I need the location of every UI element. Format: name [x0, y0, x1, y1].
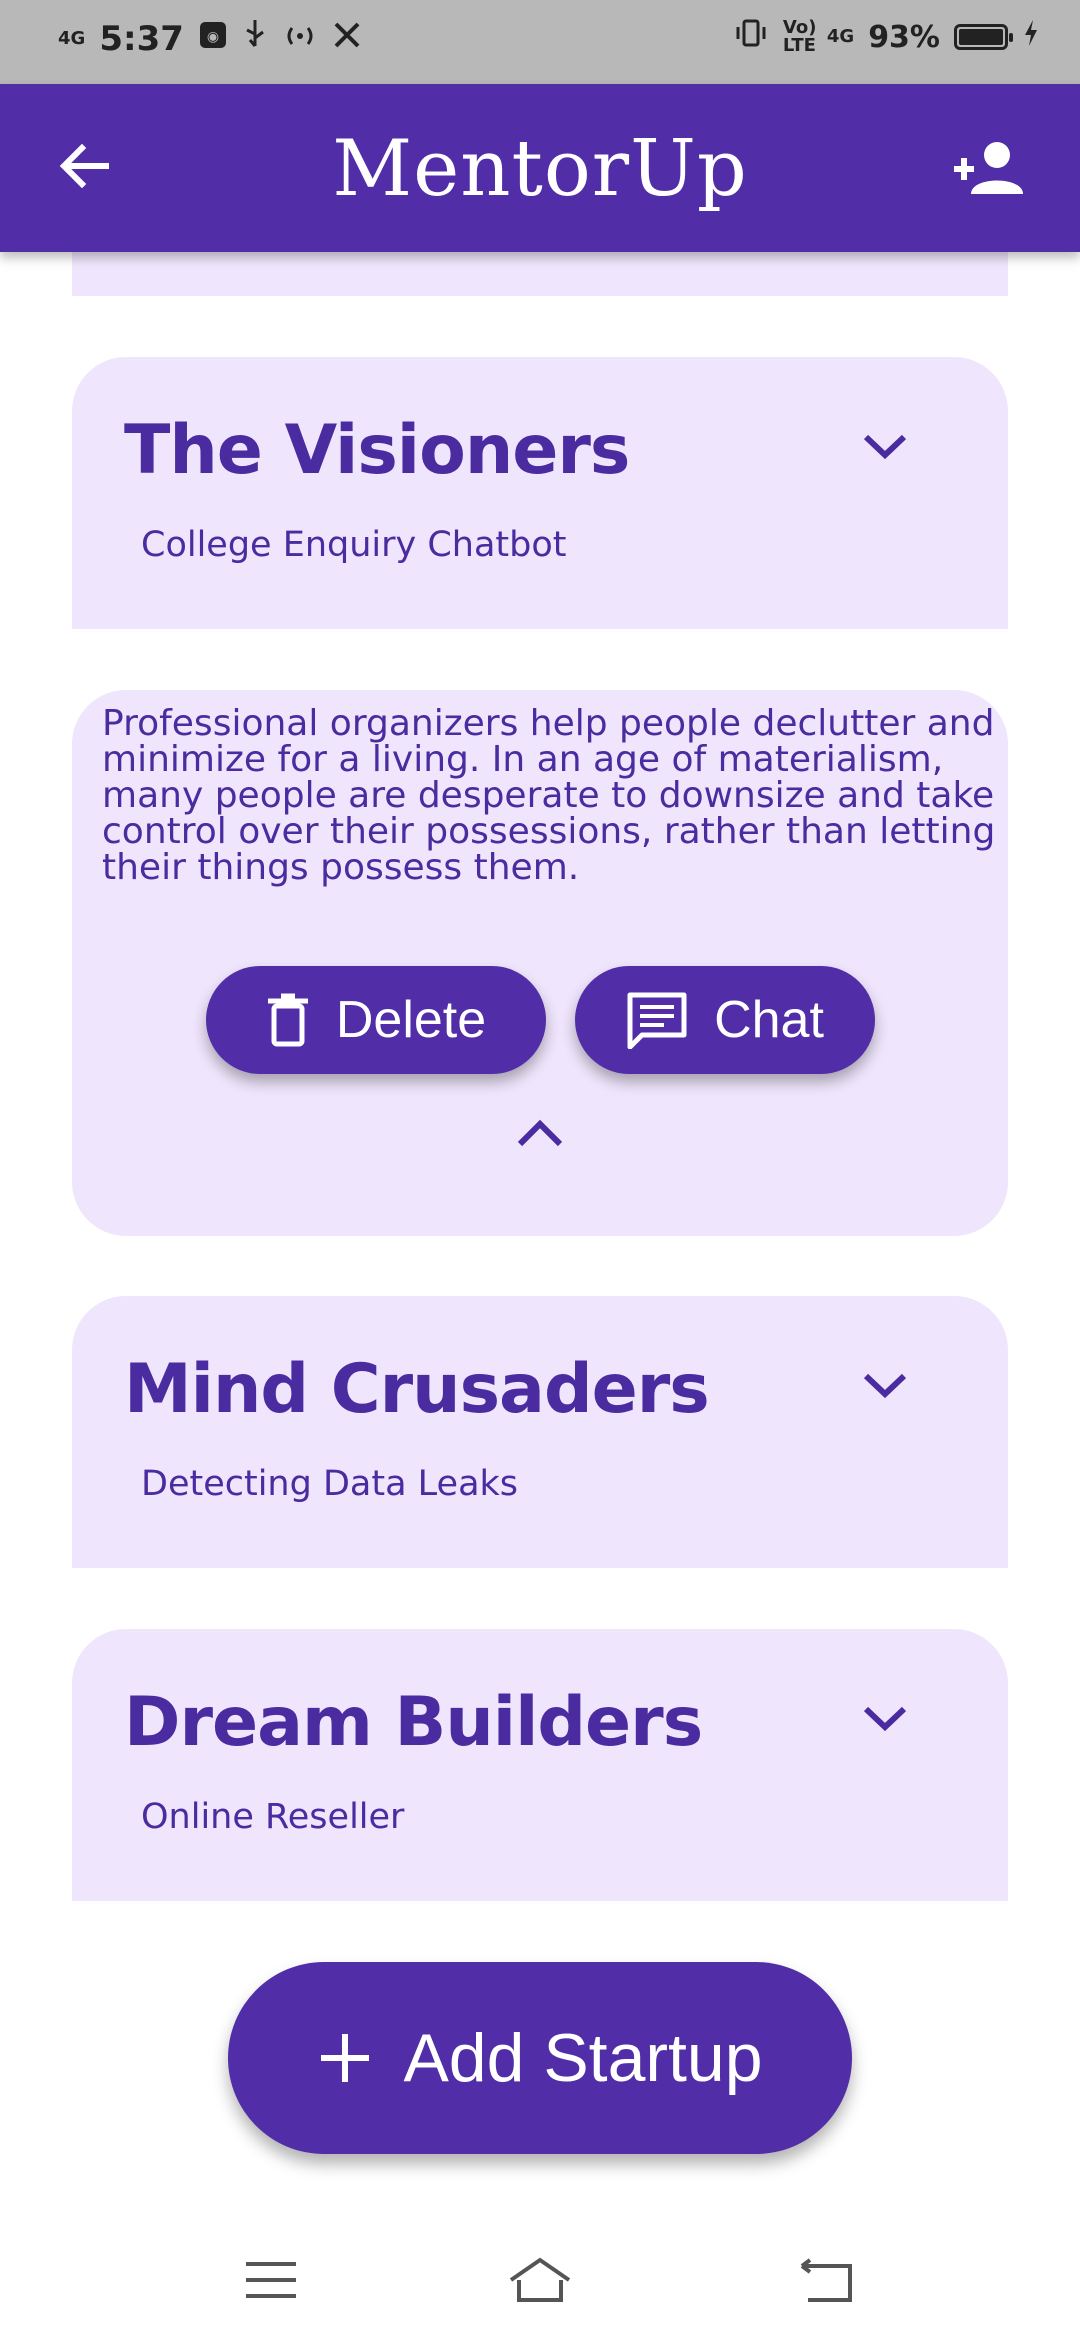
menu-icon — [246, 2262, 296, 2298]
add-startup-label: Add Startup — [403, 2020, 763, 2096]
startup-card[interactable]: Dream Builders Online Reseller — [72, 1629, 1008, 1901]
startup-name: The Visioners — [124, 411, 630, 490]
app-bar: MentorUp — [0, 84, 1080, 252]
startup-name: Dream Builders — [124, 1683, 703, 1762]
collapse-button[interactable] — [512, 1108, 568, 1164]
charging-icon — [1022, 18, 1040, 56]
app-title: MentorUp — [332, 124, 748, 214]
network-indicator: 4G — [58, 27, 86, 49]
vibrate-icon — [733, 18, 769, 56]
chevron-down-icon — [863, 1706, 907, 1732]
tools-icon — [332, 19, 362, 59]
chat-button[interactable]: Chat — [575, 966, 875, 1074]
chat-bubble-icon — [627, 992, 687, 1049]
add-startup-button[interactable]: Add Startup — [228, 1962, 852, 2154]
chat-label: Chat — [714, 991, 824, 1049]
status-bar: 4G 5:37 ◉ Vo) LTE 4G 93% — [0, 0, 1080, 84]
hotspot-icon — [282, 19, 318, 59]
chevron-up-icon — [517, 1119, 563, 1147]
person-add-icon — [954, 142, 1023, 194]
home-icon — [509, 2257, 571, 2302]
clock: 5:37 — [99, 18, 184, 59]
home-nav-button[interactable] — [505, 2250, 575, 2310]
network-indicator-right: 4G — [826, 26, 855, 47]
startup-project: College Enquiry Chatbot — [141, 525, 567, 565]
startup-description: Professional organizers help people decl… — [102, 703, 996, 888]
plus-icon — [321, 2034, 370, 2082]
chevron-down-icon — [863, 1373, 907, 1399]
delete-button[interactable]: Delete — [206, 966, 546, 1074]
battery-icon — [954, 24, 1013, 50]
add-user-button[interactable] — [954, 140, 1024, 196]
usb-icon — [242, 18, 268, 59]
status-right: Vo) LTE 4G 93% — [733, 18, 1040, 56]
startup-name: Mind Crusaders — [124, 1350, 710, 1429]
startup-project: Detecting Data Leaks — [141, 1464, 519, 1504]
delete-label: Delete — [335, 991, 487, 1049]
startup-card[interactable]: The Visioners College Enquiry Chatbot — [72, 357, 1008, 629]
svg-text:◉: ◉ — [207, 29, 219, 45]
expand-button[interactable] — [858, 1691, 912, 1745]
back-nav-button[interactable] — [790, 2250, 860, 2310]
startup-details: Professional organizers help people decl… — [72, 690, 1008, 1236]
expand-button[interactable] — [858, 1358, 912, 1412]
volte-indicator: Vo) LTE — [782, 17, 817, 56]
notification-icon: ◉ — [198, 19, 228, 59]
expand-button[interactable] — [858, 419, 912, 473]
chevron-down-icon — [863, 434, 907, 460]
status-left: 4G 5:37 ◉ — [58, 18, 362, 59]
trash-icon — [267, 993, 308, 1047]
back-nav-icon — [800, 2258, 852, 2302]
startup-card-partial — [72, 252, 1008, 296]
menu-nav-button[interactable] — [236, 2250, 306, 2310]
battery-level: 93% — [868, 19, 940, 55]
startup-card[interactable]: Mind Crusaders Detecting Data Leaks — [72, 1296, 1008, 1568]
startup-project: Online Reseller — [141, 1797, 405, 1837]
system-nav-bar — [0, 2210, 1080, 2340]
